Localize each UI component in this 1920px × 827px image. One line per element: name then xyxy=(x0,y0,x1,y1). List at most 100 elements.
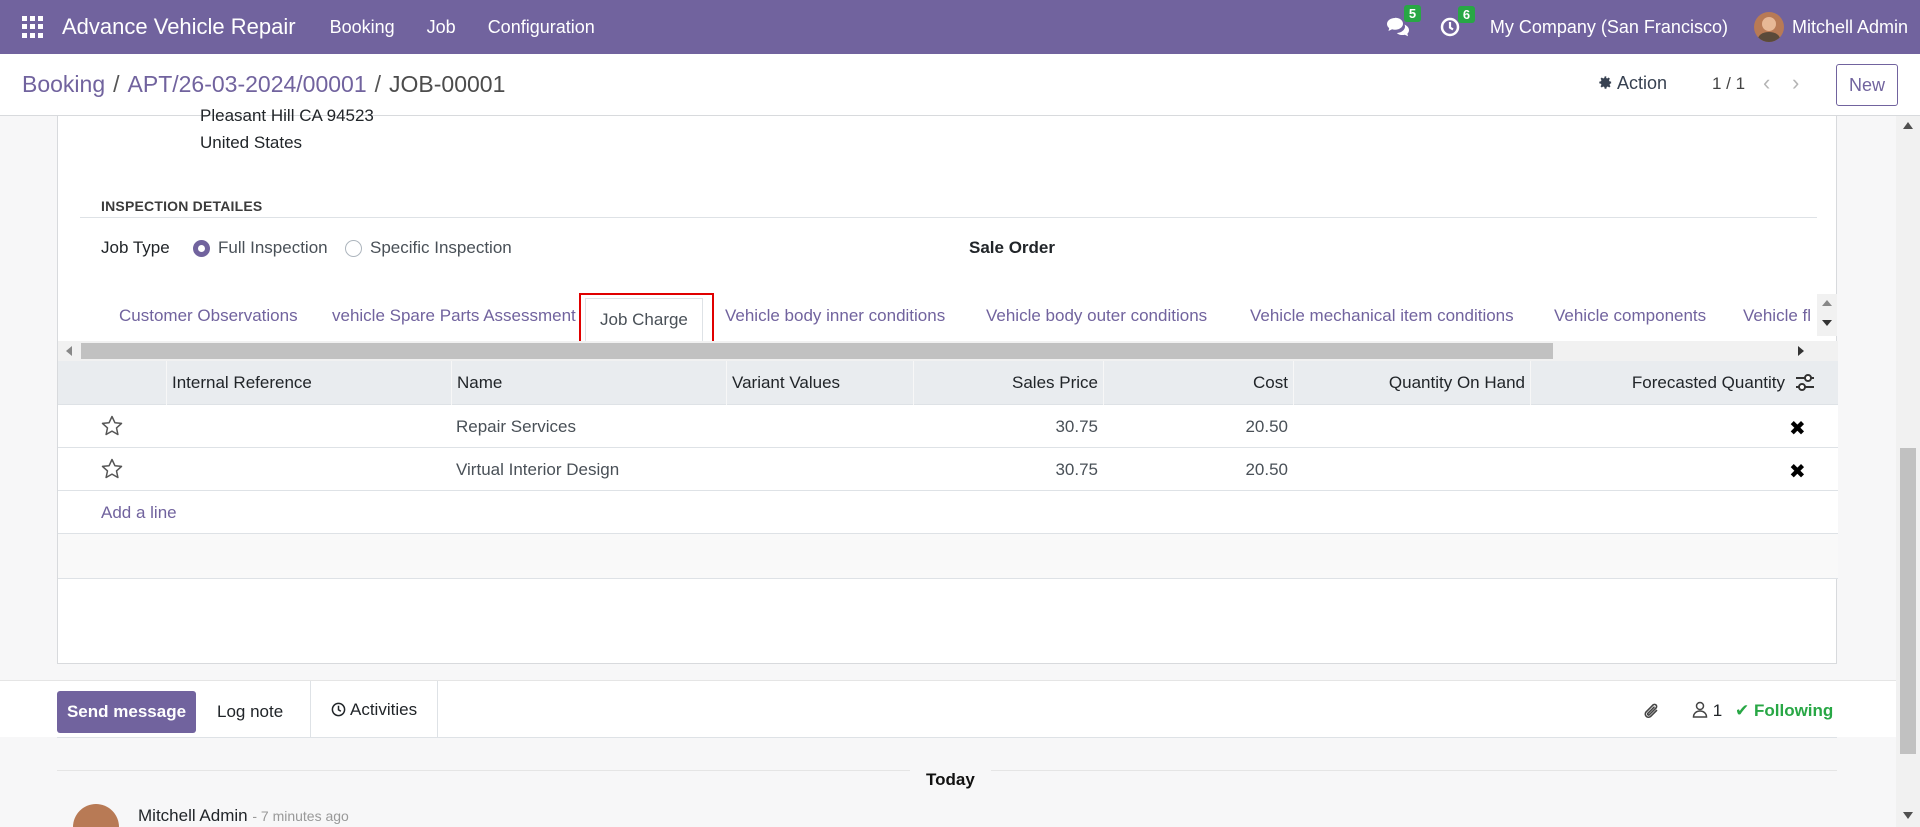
table-row[interactable]: Repair Services 30.75 20.50 ✖ xyxy=(58,405,1838,448)
col-forecasted-quantity[interactable]: Forecasted Quantity xyxy=(1530,361,1790,405)
apps-menu-icon[interactable] xyxy=(22,16,44,38)
scroll-thumb[interactable] xyxy=(1900,448,1916,754)
message-author[interactable]: Mitchell Admin xyxy=(138,806,248,825)
tab-vehicle-components[interactable]: Vehicle components xyxy=(1554,306,1706,326)
address-line-2: United States xyxy=(200,133,303,152)
tab-body-outer-conditions[interactable]: Vehicle body outer conditions xyxy=(986,306,1207,326)
log-note-button[interactable]: Log note xyxy=(217,702,283,722)
col-sales-price[interactable]: Sales Price xyxy=(913,361,1103,405)
radio-full-inspection[interactable]: Full Inspection xyxy=(193,238,328,258)
user-icon xyxy=(1692,701,1708,718)
address-line-1: Pleasant Hill CA 94523 xyxy=(200,106,374,125)
horizontal-scrollbar[interactable] xyxy=(58,341,1838,361)
cell-cost[interactable]: 20.50 xyxy=(1103,405,1293,448)
cell-variant-values[interactable] xyxy=(726,448,913,491)
send-message-button[interactable]: Send message xyxy=(57,691,196,733)
message-header: Mitchell Admin - 7 minutes ago xyxy=(138,806,349,826)
cell-sales-price[interactable]: 30.75 xyxy=(913,448,1103,491)
messages-button[interactable]: 5 xyxy=(1386,5,1422,38)
page-scrollbar[interactable] xyxy=(1896,116,1920,827)
user-avatar[interactable] xyxy=(1753,12,1784,42)
tab-customer-observations[interactable]: Customer Observations xyxy=(119,306,298,326)
add-line-link[interactable]: Add a line xyxy=(58,491,1838,534)
cell-internal-reference[interactable] xyxy=(166,405,451,448)
tab-spare-parts-assessment[interactable]: vehicle Spare Parts Assessment xyxy=(332,306,576,326)
scroll-up-icon[interactable] xyxy=(1903,122,1913,129)
table-row[interactable]: Virtual Interior Design 30.75 20.50 ✖ xyxy=(58,448,1838,491)
breadcrumb-booking[interactable]: Booking xyxy=(22,71,105,97)
star-icon[interactable] xyxy=(100,457,124,481)
breadcrumb-separator: / xyxy=(113,71,120,97)
col-cost[interactable]: Cost xyxy=(1103,361,1293,405)
top-navbar: Advance Vehicle Repair Booking Job Confi… xyxy=(0,0,1920,54)
company-switcher[interactable]: My Company (San Francisco) xyxy=(1490,17,1728,38)
menu-configuration[interactable]: Configuration xyxy=(472,17,611,38)
radio-label: Specific Inspection xyxy=(370,238,512,257)
scroll-down-icon[interactable] xyxy=(1822,320,1832,326)
breadcrumb-separator: / xyxy=(374,71,382,97)
following-label: Following xyxy=(1753,701,1834,720)
cell-sales-price[interactable]: 30.75 xyxy=(913,405,1103,448)
star-icon[interactable] xyxy=(100,414,124,438)
activities-button[interactable]: Activities xyxy=(310,681,439,738)
tab-vehicle-fl[interactable]: Vehicle fl xyxy=(1743,306,1811,326)
scroll-up-icon[interactable] xyxy=(1822,300,1832,306)
scroll-left-icon[interactable] xyxy=(66,346,72,356)
cell-name[interactable]: Repair Services xyxy=(451,405,726,448)
chatter-topbar: Send message Log note Activities 1 ✔ Fol… xyxy=(0,680,1896,738)
pager-previous-icon[interactable]: ‹ xyxy=(1763,70,1770,96)
message-author-avatar[interactable] xyxy=(73,804,119,827)
date-separator: Today xyxy=(910,770,991,790)
cell-forecasted-quantity[interactable] xyxy=(1530,405,1790,448)
radio-specific-inspection[interactable]: Specific Inspection xyxy=(345,238,512,258)
cell-quantity-on-hand[interactable] xyxy=(1293,448,1530,491)
col-internal-reference[interactable]: Internal Reference xyxy=(166,361,451,405)
col-name[interactable]: Name xyxy=(451,361,726,405)
scroll-thumb[interactable] xyxy=(81,343,1553,359)
column-settings-icon[interactable] xyxy=(1794,373,1816,393)
activities-button[interactable]: 6 xyxy=(1440,6,1476,37)
tabs-scrollbar[interactable] xyxy=(1817,294,1837,336)
delete-row-icon[interactable]: ✖ xyxy=(1789,416,1806,441)
cell-forecasted-quantity[interactable] xyxy=(1530,448,1790,491)
check-icon: ✔ xyxy=(1735,701,1750,720)
menu-booking[interactable]: Booking xyxy=(314,17,411,38)
attachments-button[interactable] xyxy=(1642,701,1662,726)
activities-label: Activities xyxy=(350,699,418,719)
scroll-right-icon[interactable] xyxy=(1798,346,1804,356)
col-variant-values[interactable]: Variant Values xyxy=(726,361,913,405)
message-time: - 7 minutes ago xyxy=(252,808,349,824)
col-quantity-on-hand[interactable]: Quantity On Hand xyxy=(1293,361,1530,405)
cell-name[interactable]: Virtual Interior Design xyxy=(451,448,726,491)
cell-cost[interactable]: 20.50 xyxy=(1103,448,1293,491)
breadcrumb-current: JOB-00001 xyxy=(389,71,506,97)
pager-value[interactable]: 1 / 1 xyxy=(1712,74,1745,94)
menu-job[interactable]: Job xyxy=(411,17,472,38)
job-charge-table: Internal Reference Name Variant Values S… xyxy=(58,361,1838,579)
action-button[interactable]: Action xyxy=(1598,73,1667,94)
cell-internal-reference[interactable] xyxy=(166,448,451,491)
radio-label: Full Inspection xyxy=(218,238,328,257)
tab-mechanical-item-conditions[interactable]: Vehicle mechanical item conditions xyxy=(1250,306,1514,326)
gear-icon xyxy=(1599,76,1612,89)
following-button[interactable]: ✔ Following xyxy=(1735,701,1833,721)
scroll-down-icon[interactable] xyxy=(1903,812,1913,819)
breadcrumb-appointment[interactable]: APT/26-03-2024/00001 xyxy=(128,71,367,97)
table-footer-row xyxy=(58,534,1838,579)
cell-variant-values[interactable] xyxy=(726,405,913,448)
tab-body-inner-conditions[interactable]: Vehicle body inner conditions xyxy=(725,306,945,326)
app-brand[interactable]: Advance Vehicle Repair xyxy=(62,14,296,40)
user-menu[interactable]: Mitchell Admin xyxy=(1792,17,1908,38)
form-sheet: Pleasant Hill CA 94523 United States INS… xyxy=(57,106,1838,664)
delete-row-icon[interactable]: ✖ xyxy=(1789,459,1806,484)
pager-next-icon[interactable]: › xyxy=(1792,70,1799,96)
clock-icon xyxy=(1440,17,1460,37)
new-button[interactable]: New xyxy=(1836,64,1898,106)
activities-badge: 6 xyxy=(1457,6,1476,23)
section-divider xyxy=(80,217,1817,218)
cell-quantity-on-hand[interactable] xyxy=(1293,405,1530,448)
breadcrumb: Booking / APT/26-03-2024/00001 / JOB-00001 xyxy=(22,71,505,98)
followers-button[interactable]: 1 xyxy=(1692,701,1722,721)
followers-count: 1 xyxy=(1712,701,1723,720)
radio-unchecked-icon xyxy=(345,239,362,257)
